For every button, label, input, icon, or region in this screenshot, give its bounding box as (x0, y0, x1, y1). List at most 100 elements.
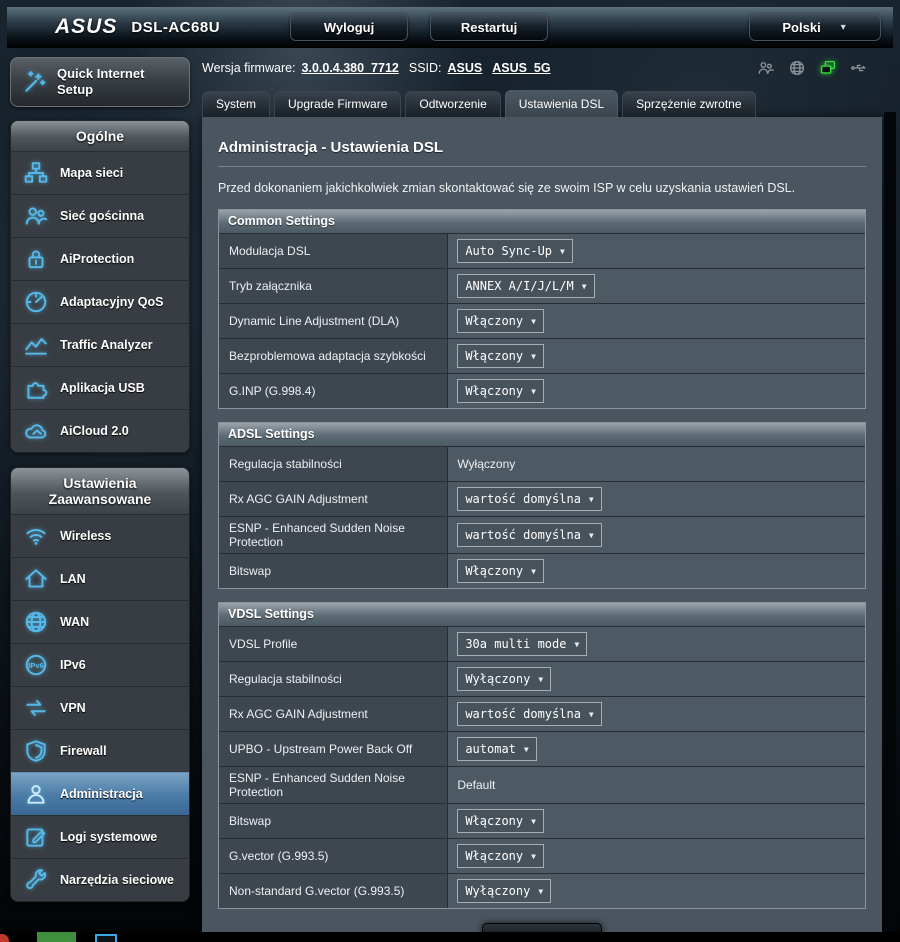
esnp-enhanced-sudden-noise-protection-select[interactable]: wartość domyślna▼ (457, 523, 601, 547)
setting-value-cell: Włączony▼ (448, 304, 865, 338)
reboot-button[interactable]: Restartuj (430, 14, 548, 41)
setting-label: Bitswap (219, 804, 448, 838)
table-row: Non-standard G.vector (G.993.5) Wyłączony… (219, 873, 865, 908)
vpn-icon (23, 695, 49, 721)
table-row: Bitswap Włączony▼ (219, 553, 865, 588)
bitswap-select[interactable]: Włączony▼ (457, 809, 544, 833)
sidebar-item-logi-systemowe[interactable]: Logi systemowe (11, 815, 189, 858)
sidebar-item-label: Wireless (60, 529, 111, 544)
non-standard-g-vector-g-993-5-select[interactable]: Wyłączony▼ (457, 879, 551, 903)
setting-label: G.vector (G.993.5) (219, 839, 448, 873)
select-value: Auto Sync-Up (465, 244, 552, 258)
lan-devices-icon[interactable] (819, 59, 837, 77)
sidebar-item-siec-goscinna[interactable]: Sieć gościnna (11, 194, 189, 237)
setting-value-cell: Wyłączony▼ (448, 874, 865, 908)
table-row: Bitswap Włączony▼ (219, 803, 865, 838)
setting-value-cell: Wyłączony▼ (448, 662, 865, 696)
panel-right-shadow (884, 112, 896, 932)
tab-odtworzenie[interactable]: Odtworzenie (405, 91, 500, 117)
setting-value-cell: Włączony▼ (448, 804, 865, 838)
firewall-shield-icon (23, 738, 49, 764)
chevron-down-icon: ▼ (531, 387, 536, 396)
setting-value-cell: Włączony ▼ (448, 839, 865, 873)
tab-bar: SystemUpgrade FirmwareOdtworzenieUstawie… (202, 90, 882, 117)
setting-label: Regulacja stabilności (219, 447, 448, 481)
select-value: wartość domyślna (465, 492, 581, 506)
dynamic-line-adjustment-dla-select[interactable]: Włączony▼ (457, 309, 544, 333)
select-value: Włączony (465, 849, 523, 863)
sidebar-item-label: Logi systemowe (60, 830, 157, 845)
status-icons (757, 59, 868, 77)
sidebar-item-wireless[interactable]: Wireless (11, 514, 189, 557)
sidebar-item-lan[interactable]: LAN (11, 557, 189, 600)
sidebar-item-aplikacja-usb[interactable]: Aplikacja USB (11, 366, 189, 409)
sidebar-item-administracja[interactable]: Administracja (11, 772, 189, 815)
sidebar-item-vpn[interactable]: VPN (11, 686, 189, 729)
table-row: Rx AGC GAIN Adjustmentwartość domyślna▼ (219, 696, 865, 731)
svg-text:IPv6: IPv6 (28, 661, 44, 670)
clients-icon[interactable] (757, 59, 775, 77)
g-inp-g-998-4-select[interactable]: Włączony▼ (457, 379, 544, 403)
ssid-label: SSID: (409, 61, 442, 75)
setting-value-cell: 30a multi mode▼ (448, 627, 865, 661)
qos-gauge-icon (23, 289, 49, 315)
sidebar-item-label: Firewall (60, 744, 107, 759)
select-value: Wyłączony (465, 884, 530, 898)
tab-system[interactable]: System (202, 91, 270, 117)
setting-label: Non-standard G.vector (G.993.5) (219, 874, 448, 908)
setting-label: VDSL Profile (219, 627, 448, 661)
sidebar-item-traffic-analyzer[interactable]: Traffic Analyzer (11, 323, 189, 366)
taskbar-blue-icon[interactable] (95, 934, 117, 942)
settings-table-adsl-settings: ADSL SettingsRegulacja stabilnościWyłącz… (218, 422, 866, 589)
setting-label: Bitswap (219, 554, 448, 588)
tab-upgrade-firmware[interactable]: Upgrade Firmware (274, 91, 401, 117)
sidebar-item-narzedzia-sieciowe[interactable]: Narzędzia sieciowe (11, 858, 189, 901)
chevron-down-icon: ▼ (589, 531, 594, 540)
page-description: Przed dokonaniem jakichkolwiek zmian sko… (218, 181, 866, 195)
ssid-link-5g[interactable]: ASUS_5G (492, 61, 550, 75)
chevron-down-icon: ▼ (531, 852, 536, 861)
setting-value-cell: Auto Sync-Up ▼ (448, 234, 865, 268)
modulacja-dsl-select[interactable]: Auto Sync-Up ▼ (457, 239, 573, 263)
sidebar-item-label: AiProtection (60, 252, 134, 267)
vdsl-profile-select[interactable]: 30a multi mode▼ (457, 632, 587, 656)
logout-button[interactable]: Wyloguj (290, 14, 408, 41)
sidebar-item-aicloud-2-0[interactable]: AiCloud 2.0 (11, 409, 189, 452)
chevron-down-icon: ▼ (582, 282, 587, 291)
sidebar: Quick Internet Setup OgólneMapa sieciSie… (10, 57, 190, 916)
sidebar-item-aiprotection[interactable]: AiProtection (11, 237, 189, 280)
quick-internet-setup-label: Quick Internet Setup (57, 66, 179, 99)
firmware-info-bar: Wersja firmware: 3.0.0.4.380_7712 SSID: … (202, 57, 882, 79)
sidebar-item-firewall[interactable]: Firewall (11, 729, 189, 772)
sidebar-item-ipv6[interactable]: IPv6IPv6 (11, 643, 189, 686)
internet-globe-icon[interactable] (788, 59, 806, 77)
nav-group-ogolne: OgólneMapa sieciSieć gościnnaAiProtectio… (10, 120, 190, 453)
language-dropdown[interactable]: Polski ▼ (749, 14, 881, 41)
sidebar-item-mapa-sieci[interactable]: Mapa sieci (11, 151, 189, 194)
taskbar-red-icon[interactable] (0, 934, 9, 942)
rx-agc-gain-adjustment-select[interactable]: wartość domyślna▼ (457, 487, 601, 511)
rx-agc-gain-adjustment-select[interactable]: wartość domyślna▼ (457, 702, 601, 726)
tab-sprzezenie-zwrotne[interactable]: Sprzężenie zwrotne (622, 91, 755, 117)
table-row: ESNP - Enhanced Sudden Noise ProtectionD… (219, 766, 865, 803)
tab-ustawienia-dsl[interactable]: Ustawienia DSL (505, 90, 618, 117)
select-value: Włączony (465, 564, 523, 578)
usb-app-puzzle-icon (23, 375, 49, 401)
bezproblemowa-adaptacja-szybkosci-select[interactable]: Włączony▼ (457, 344, 544, 368)
sidebar-item-wan[interactable]: WAN (11, 600, 189, 643)
sidebar-item-label: Traffic Analyzer (60, 338, 153, 353)
main-area: Wersja firmware: 3.0.0.4.380_7712 SSID: … (202, 57, 882, 942)
quick-internet-setup-button[interactable]: Quick Internet Setup (10, 57, 190, 107)
sidebar-item-adaptacyjny-qos[interactable]: Adaptacyjny QoS (11, 280, 189, 323)
upbo-upstream-power-back-off-select[interactable]: automat▼ (457, 737, 536, 761)
bitswap-select[interactable]: Włączony▼ (457, 559, 544, 583)
g-vector-g-993-5-select[interactable]: Włączony ▼ (457, 844, 544, 868)
ssid-link-24g[interactable]: ASUS (448, 61, 483, 75)
taskbar-green-icon[interactable] (37, 932, 76, 942)
setting-label: Regulacja stabilności (219, 662, 448, 696)
usb-icon[interactable] (850, 59, 868, 77)
regulacja-stabilnosci-select[interactable]: Wyłączony▼ (457, 667, 551, 691)
firmware-version-link[interactable]: 3.0.0.4.380_7712 (302, 61, 399, 75)
chevron-down-icon: ▼ (560, 247, 565, 256)
tryb-za-acznika-select[interactable]: ANNEX A/I/J/L/M▼ (457, 274, 594, 298)
